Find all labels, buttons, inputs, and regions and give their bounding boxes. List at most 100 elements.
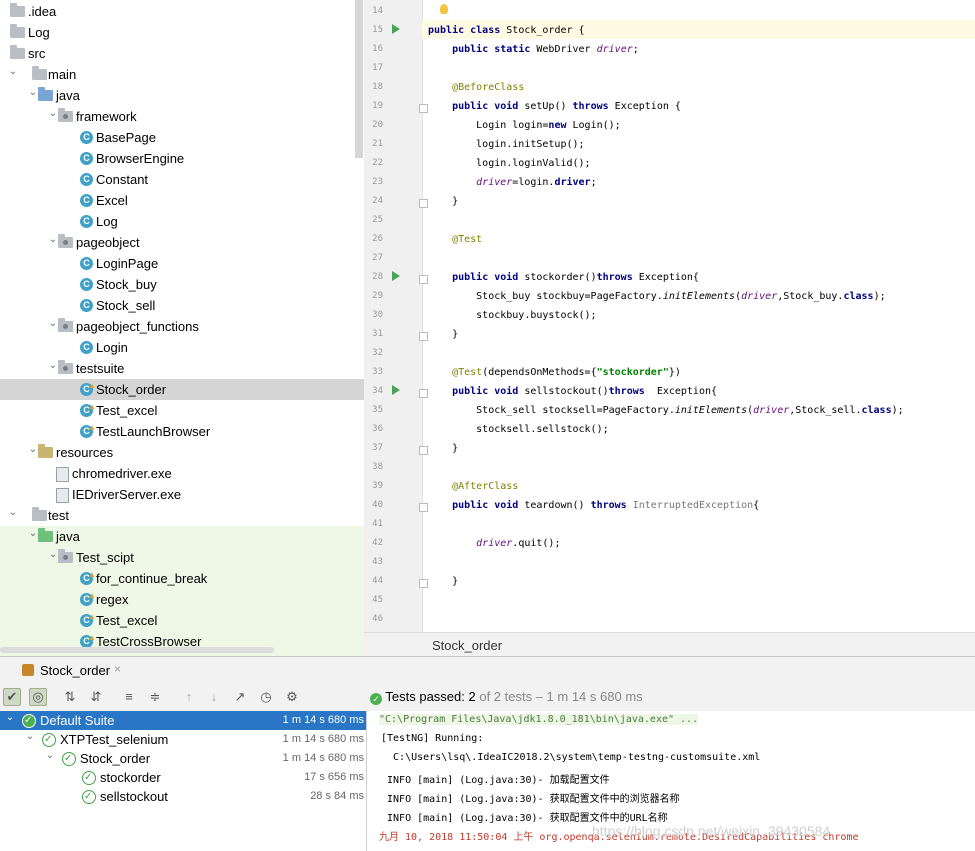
fold-marker-icon[interactable] xyxy=(419,104,428,113)
settings-icon[interactable]: ⚙ xyxy=(283,688,301,706)
code-token: class xyxy=(861,405,892,416)
tree-item[interactable]: ⌄ Test_scipt xyxy=(0,547,364,568)
tree-item[interactable]: ⌄ resources xyxy=(0,442,364,463)
test-result-row[interactable]: stockorder 17 s 656 ms xyxy=(0,768,366,787)
watermark: https://blog.csdn.net/weixin_39430584 xyxy=(592,823,831,839)
chevron-down-icon[interactable]: ⌄ xyxy=(7,61,19,82)
tree-item[interactable]: IEDriverServer.exe xyxy=(0,484,364,505)
tree-item-label: Test_excel xyxy=(96,403,158,418)
chevron-down-icon[interactable]: ⌄ xyxy=(24,727,36,746)
code-token: public void xyxy=(452,272,525,283)
tree-item[interactable]: C BasePage xyxy=(0,127,364,148)
tree-vertical-scrollbar[interactable] xyxy=(355,0,363,158)
code-editor[interactable]: 14 15 16 17 18 19 20 21 22 23 24 25 26 27 28 29 30 31 32 33… xyxy=(364,0,975,657)
chevron-down-icon[interactable]: ⌄ xyxy=(44,746,56,765)
fold-marker-icon[interactable] xyxy=(419,446,428,455)
fold-marker-icon[interactable] xyxy=(419,389,428,398)
tree-item-label: Constant xyxy=(96,172,149,187)
fold-marker-icon[interactable] xyxy=(419,503,428,512)
run-gutter-icon[interactable] xyxy=(392,271,400,281)
close-icon[interactable]: × xyxy=(114,662,121,676)
tree-item[interactable]: C ▲ regex xyxy=(0,589,364,610)
fold-marker-icon[interactable] xyxy=(419,199,428,208)
tree-item-label: Stock_sell xyxy=(96,298,156,313)
test-result-row[interactable]: ⌄ Default Suite 1 m 14 s 680 ms xyxy=(0,711,366,730)
tree-item[interactable]: src xyxy=(0,43,364,64)
line-number: 32 xyxy=(372,348,383,358)
console-line: INFO [main] (Log.java:30)- 获取配置文件中的浏览器名称 xyxy=(381,794,680,805)
sort-duration-icon[interactable]: ⇵ xyxy=(87,688,105,706)
fold-marker-icon[interactable] xyxy=(419,332,428,341)
test-results-tree: ⌄ Default Suite 1 m 14 s 680 ms ⌄ XTPTest_se… xyxy=(0,711,367,851)
code-token: Login(); xyxy=(572,120,621,131)
code-token: Stock_sell stocksell=PageFactory. xyxy=(428,405,675,416)
chevron-down-icon[interactable]: ⌄ xyxy=(7,502,19,523)
code-token: driver xyxy=(476,538,513,549)
editor-breadcrumb-class[interactable]: Stock_order xyxy=(432,638,502,653)
tree-horizontal-scrollbar[interactable] xyxy=(0,647,274,653)
tree-item[interactable]: .idea xyxy=(0,1,364,22)
expand-all-icon[interactable]: ≡ xyxy=(120,688,138,706)
tree-item[interactable]: ⌄ test xyxy=(0,505,364,526)
prev-fail-icon[interactable]: ↑ xyxy=(180,688,198,706)
next-fail-icon[interactable]: ↓ xyxy=(205,688,223,706)
passed-check-icon xyxy=(22,711,36,730)
code-line: public void sellstockout()throws Excepti… xyxy=(428,386,717,397)
tree-item[interactable]: ⌄ main xyxy=(0,64,364,85)
tree-item-label: TestLaunchBrowser xyxy=(96,424,211,439)
tree-item[interactable]: C ▲ Test_excel xyxy=(0,610,364,631)
class-icon: C xyxy=(80,152,93,165)
test-result-row[interactable]: ⌄ Stock_order 1 m 14 s 680 ms xyxy=(0,749,366,768)
package-icon xyxy=(58,549,73,563)
tree-item[interactable]: C ▲ TestLaunchBrowser xyxy=(0,421,364,442)
class-icon: C xyxy=(80,257,93,270)
test-result-label: Stock_order xyxy=(80,751,151,766)
export-icon[interactable]: ↗ xyxy=(231,688,249,706)
run-ok-icon[interactable]: ✔ xyxy=(3,688,21,706)
tree-item[interactable]: C Stock_buy xyxy=(0,274,364,295)
tree-item[interactable]: C ▲ Stock_order xyxy=(0,379,364,400)
test-duration: 1 m 14 s 680 ms xyxy=(282,752,364,764)
collapse-all-icon[interactable]: ≑ xyxy=(146,688,164,706)
tree-item[interactable]: C ▲ for_continue_break xyxy=(0,568,364,589)
lightbulb-icon[interactable] xyxy=(440,4,448,14)
tree-item[interactable]: C Constant xyxy=(0,169,364,190)
fold-marker-icon[interactable] xyxy=(419,275,428,284)
line-number: 16 xyxy=(372,44,383,54)
code-token: new xyxy=(548,120,573,131)
tree-item[interactable]: C LoginPage xyxy=(0,253,364,274)
tree-item-label: framework xyxy=(76,109,137,124)
code-line: stockbuy.buystock(); xyxy=(428,310,596,321)
history-icon[interactable]: ◷ xyxy=(257,688,275,706)
tree-item[interactable]: C ▲ Test_excel xyxy=(0,400,364,421)
tree-item[interactable]: C Excel xyxy=(0,190,364,211)
test-result-row[interactable]: sellstockout 28 s 84 ms xyxy=(0,787,366,806)
tree-item-label: BrowserEngine xyxy=(96,151,185,166)
tree-item[interactable]: ⌄ framework xyxy=(0,106,364,127)
tree-item[interactable]: ⌄ pageobject_functions xyxy=(0,316,364,337)
test-marker-icon: ▲ xyxy=(88,402,96,411)
code-token: =login. xyxy=(512,177,555,188)
show-ignored-icon[interactable]: ◎ xyxy=(29,688,47,706)
code-line: } xyxy=(428,329,458,340)
tree-item[interactable]: ⌄ testsuite xyxy=(0,358,364,379)
tree-item[interactable]: chromedriver.exe xyxy=(0,463,364,484)
tree-item[interactable]: ⌄ pageobject xyxy=(0,232,364,253)
chevron-down-icon[interactable]: ⌄ xyxy=(4,708,16,727)
line-number: 46 xyxy=(372,614,383,624)
tree-item[interactable]: Log xyxy=(0,22,364,43)
fold-marker-icon[interactable] xyxy=(419,579,428,588)
folder-icon xyxy=(38,87,53,101)
tree-item[interactable]: C BrowserEngine xyxy=(0,148,364,169)
sort-alpha-icon[interactable]: ⇅ xyxy=(61,688,79,706)
passed-check-icon xyxy=(62,749,76,768)
class-icon: C xyxy=(80,299,93,312)
test-duration: 1 m 14 s 680 ms xyxy=(282,714,364,726)
code-line: Login login=new Login(); xyxy=(428,120,621,131)
line-number: 33 xyxy=(372,367,383,377)
run-tab-label[interactable]: Stock_order xyxy=(40,663,110,678)
run-gutter-icon[interactable] xyxy=(392,24,400,34)
run-gutter-icon[interactable] xyxy=(392,385,400,395)
run-tool-window-header: Stock_order × xyxy=(0,656,975,684)
